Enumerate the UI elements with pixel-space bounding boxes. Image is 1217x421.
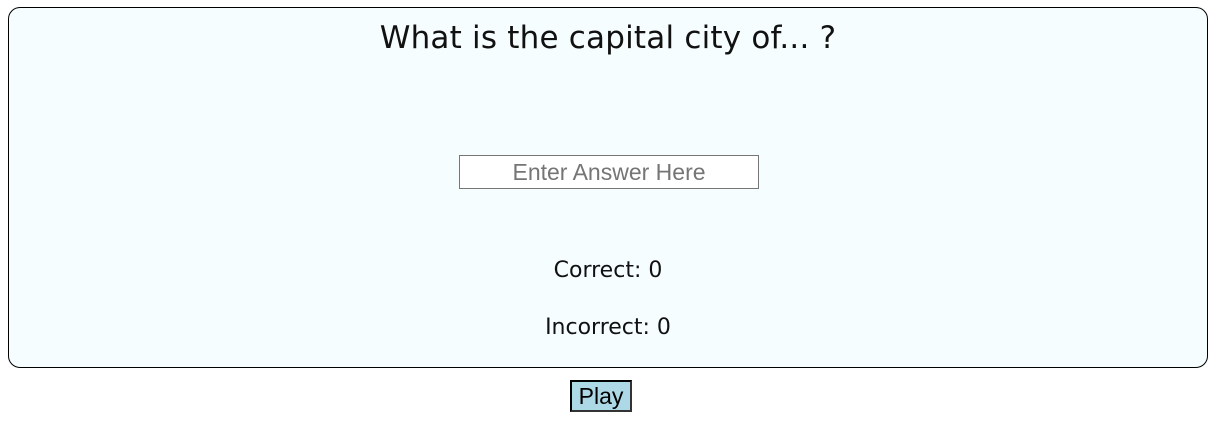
question-heading: What is the capital city of... ? (379, 20, 837, 56)
correct-count: Correct: 0 (553, 258, 663, 283)
quiz-card: What is the capital city of... ? Correct… (8, 7, 1208, 368)
incorrect-count: Incorrect: 0 (545, 315, 671, 340)
answer-input[interactable] (459, 155, 759, 189)
play-button[interactable]: Play (570, 380, 632, 412)
